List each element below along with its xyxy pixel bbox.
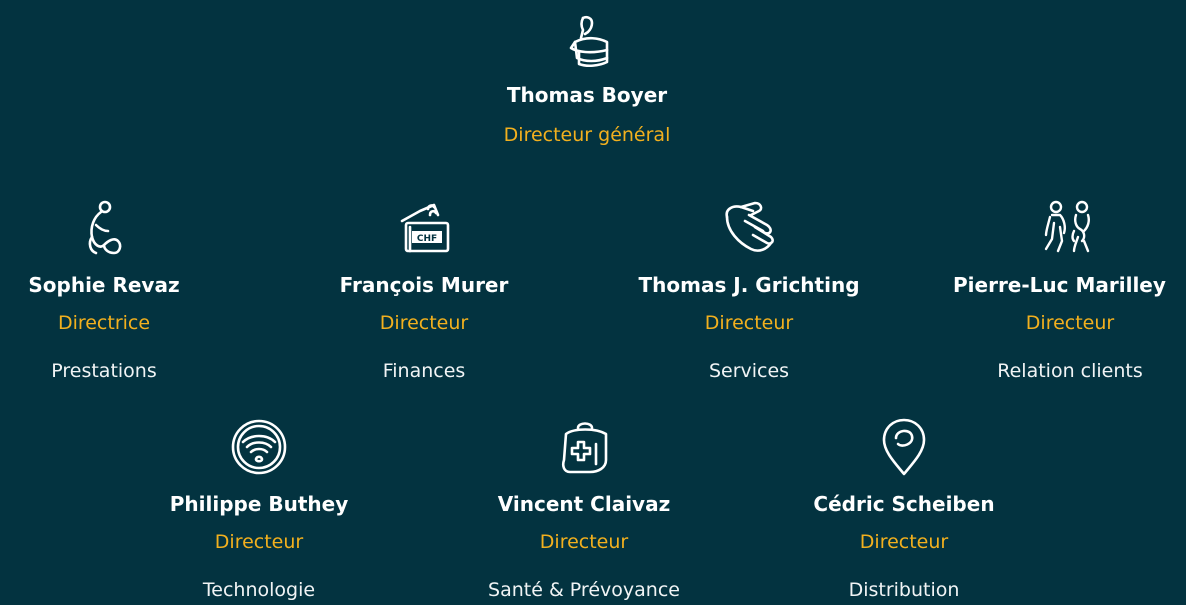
person-department: Services — [708, 360, 790, 382]
person-department: Relation clients — [997, 360, 1143, 382]
person-department: Prestations — [51, 360, 157, 382]
person-role: Directeur — [214, 531, 304, 553]
person-role: Directeur — [704, 312, 794, 334]
person-card-pierre-luc-marilley: Pierre-Luc Marilley Directeur Relation c… — [900, 197, 1186, 383]
person-department: Santé & Prévoyance — [488, 579, 680, 601]
two-people-icon — [1040, 197, 1100, 257]
person-role: Directeur — [1025, 312, 1115, 334]
person-box-icon — [557, 12, 617, 72]
person-card-vincent-claivaz: Vincent Claivaz Directeur Santé & Prévoy… — [414, 416, 754, 602]
person-department: Distribution — [848, 579, 960, 601]
person-name: Thomas Boyer — [506, 83, 668, 107]
person-name: Thomas J. Grichting — [638, 273, 860, 297]
location-pin-icon — [874, 416, 934, 476]
person-role: Directeur — [539, 531, 629, 553]
person-card-sophie-revaz: Sophie Revaz Directrice Prestations — [0, 197, 274, 383]
wifi-circle-icon — [229, 416, 289, 476]
person-role: Directrice — [57, 312, 151, 334]
chf-label: CHF — [417, 234, 437, 244]
person-card-cedric-scheiben: Cédric Scheiben Directeur Distribution — [734, 416, 1074, 602]
person-name: François Murer — [339, 273, 509, 297]
person-department: Technologie — [202, 579, 316, 601]
person-name: Cédric Scheiben — [813, 492, 995, 516]
person-role: Directeur général — [503, 124, 671, 146]
chf-wallet-icon: CHF — [394, 197, 454, 257]
person-role: Directeur — [379, 312, 469, 334]
person-name: Sophie Revaz — [28, 273, 180, 297]
medical-kit-icon — [554, 416, 614, 476]
person-name: Philippe Buthey — [169, 492, 349, 516]
person-card-philippe-buthey: Philippe Buthey Directeur Technologie — [89, 416, 429, 602]
person-role: Directeur — [859, 531, 949, 553]
person-card-thomas-boyer: Thomas Boyer Directeur général — [417, 12, 757, 147]
person-name: Vincent Claivaz — [497, 492, 671, 516]
person-card-francois-murer: CHF François Murer Directeur Finances — [254, 197, 594, 383]
open-hand-icon — [719, 197, 779, 257]
person-card-thomas-j-grichting: Thomas J. Grichting Directeur Services — [579, 197, 919, 383]
family-care-icon — [74, 197, 134, 257]
person-name: Pierre-Luc Marilley — [953, 273, 1166, 297]
person-department: Finances — [382, 360, 466, 382]
